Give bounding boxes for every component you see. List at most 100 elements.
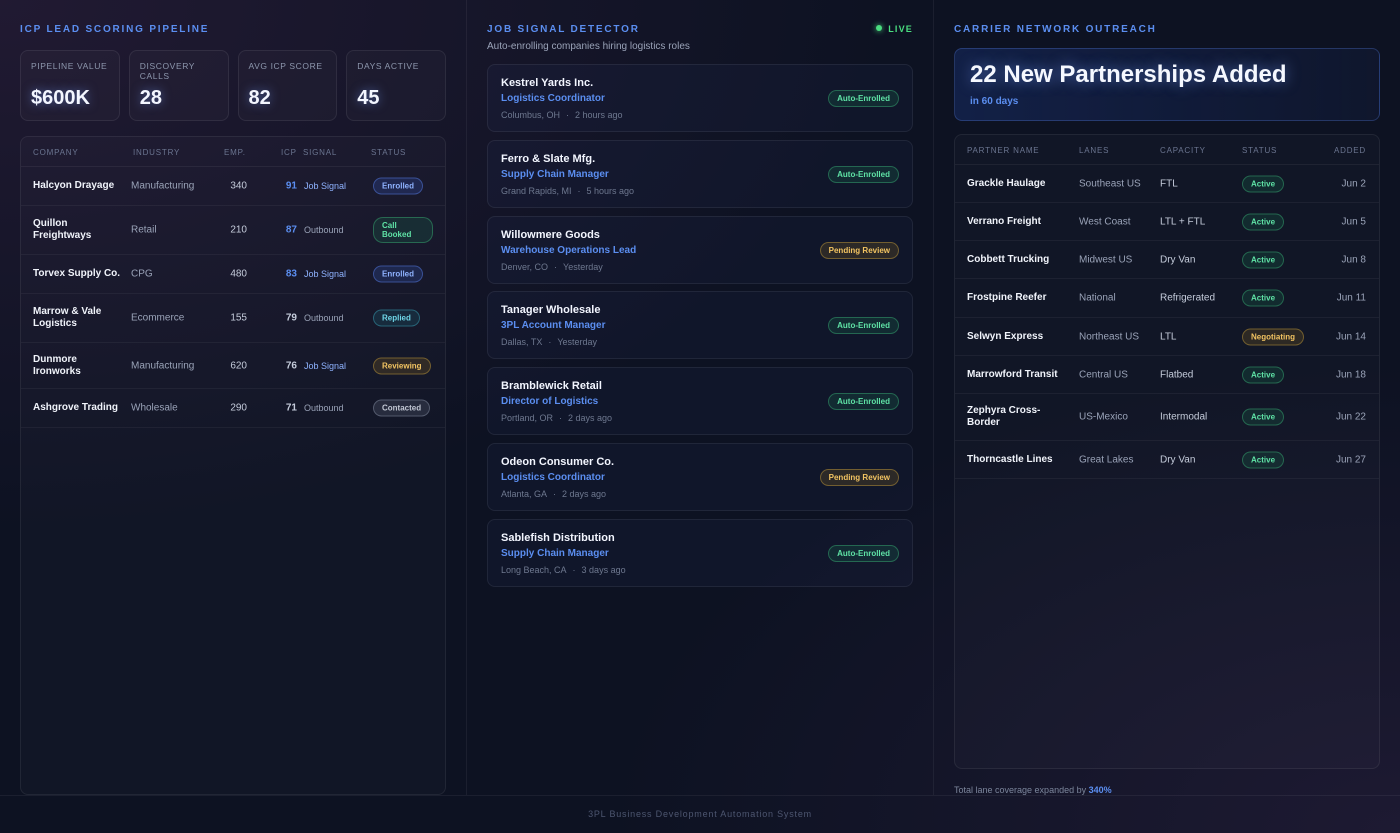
company-name: Kestrel Yards Inc.: [501, 77, 594, 89]
table-row[interactable]: Dunmore Ironworks Manufacturing 620 76 Job S…: [21, 343, 445, 389]
job-posted-time: 2 hours ago: [575, 110, 623, 120]
signal-source: Outbound: [304, 403, 344, 413]
column-header[interactable]: ADDED: [1334, 146, 1366, 155]
job-card[interactable]: Willowmere Goods Warehouse Operations Lea…: [487, 215, 913, 284]
lanes: National: [1079, 292, 1116, 304]
coverage-footnote: Total lane coverage expanded by 340%: [954, 785, 1112, 795]
carrier-section: CARRIER NETWORK OUTREACH 22 New Partners…: [954, 0, 1380, 795]
table-row[interactable]: Frostpine Reefer National Refrigerated Acti…: [955, 279, 1379, 318]
table-row[interactable]: Quillon Freightways Retail 210 87 Outbound Ca…: [21, 206, 445, 255]
job-signal-section: JOB SIGNAL DETECTOR LIVE Auto-enrolling …: [487, 0, 913, 795]
footnote-text: Total lane coverage expanded by: [954, 785, 1087, 795]
job-location: Denver, CO: [501, 261, 549, 272]
industry: Ecommerce: [131, 312, 185, 324]
job-meta: Dallas, TX · Yesterday: [501, 337, 597, 347]
hero-subtitle: in 60 days: [970, 96, 1019, 107]
status-badge: Contacted: [373, 399, 431, 417]
job-role: Logistics Coordinator: [501, 472, 605, 483]
table-row[interactable]: Grackle Haulage Southeast US FTL Active Jun …: [955, 165, 1379, 203]
column-header[interactable]: STATUS: [371, 148, 406, 157]
lead-table: COMPANY INDUSTRY EMP. ICP SIGNAL STATUS …: [20, 136, 446, 795]
lanes: Central US: [1079, 369, 1128, 380]
stat-card: DAYS ACTIVE 45: [346, 50, 446, 121]
job-meta: Atlanta, GA · 2 days ago: [501, 489, 606, 499]
added-date: Jun 27: [1335, 454, 1366, 465]
icp-score: 91: [285, 180, 297, 192]
app-footer: 3PL Business Development Automation Syst…: [0, 795, 1400, 833]
table-row[interactable]: Torvex Supply Co. CPG 480 83 Job Signal Enrol…: [21, 255, 445, 294]
job-meta: Denver, CO · Yesterday: [501, 262, 603, 272]
company-name: Torvex Supply Co.: [33, 268, 121, 279]
added-date: Jun 14: [1335, 331, 1366, 342]
table-row[interactable]: Halcyon Drayage Manufacturing 340 91 Job Sig…: [21, 167, 445, 206]
column-header[interactable]: LANES: [1079, 146, 1109, 155]
status-badge: Replied: [373, 309, 420, 327]
table-row[interactable]: Zephyra Cross-Border US-Mexico Intermodal A…: [955, 394, 1379, 441]
status-badge: Auto-Enrolled: [828, 393, 899, 411]
industry: Manufacturing: [131, 360, 195, 371]
job-card[interactable]: Tanager Wholesale 3PL Account Manager Dall…: [487, 291, 913, 360]
table-row[interactable]: Selwyn Express Northeast US LTL Negotiating…: [955, 318, 1379, 356]
column-header[interactable]: INDUSTRY: [133, 148, 180, 157]
job-card[interactable]: Sablefish Distribution Supply Chain Manag…: [487, 518, 913, 587]
job-posted-time: 3 days ago: [581, 564, 626, 575]
company-name: Odeon Consumer Co.: [501, 456, 615, 468]
job-meta: Portland, OR · 2 days ago: [501, 413, 612, 423]
partner-name: Zephyra Cross-Border: [967, 405, 1041, 428]
capacity: Dry Van: [1160, 454, 1196, 465]
status-badge: Active: [1242, 251, 1285, 268]
table-row[interactable]: Ashgrove Trading Wholesale 290 71 Outbound Co…: [21, 389, 445, 428]
live-indicator: LIVE: [876, 24, 913, 34]
column-header[interactable]: STATUS: [1242, 146, 1277, 155]
status-badge: Pending Review: [819, 241, 899, 259]
job-card[interactable]: Ferro & Slate Mfg. Supply Chain Manager Gr…: [487, 139, 913, 208]
column-header[interactable]: COMPANY: [33, 148, 78, 157]
table-row[interactable]: Marrowford Transit Central US Flatbed Activ…: [955, 356, 1379, 394]
employee-count: 155: [230, 312, 247, 324]
job-role: Director of Logistics: [501, 396, 599, 408]
industry: Retail: [131, 224, 157, 236]
column-header[interactable]: SIGNAL: [303, 148, 337, 157]
icp-score: 79: [285, 312, 297, 324]
stat-card: AVG ICP SCORE 82: [237, 50, 338, 121]
added-date: Jun 2: [1341, 178, 1366, 189]
table-row[interactable]: Verrano Freight West Coast LTL + FTL Active…: [955, 203, 1379, 241]
lead-scoring-section: ICP LEAD SCORING PIPELINE PIPELINE VALUE…: [20, 0, 446, 795]
lanes: Northeast US: [1079, 331, 1140, 342]
job-card[interactable]: Odeon Consumer Co. Logistics Coordinator A…: [487, 443, 913, 511]
status-badge: Auto-Enrolled: [828, 165, 899, 183]
signal-source: Job Signal: [304, 181, 347, 191]
column-divider: [466, 0, 467, 795]
column-header[interactable]: PARTNER NAME: [967, 146, 1039, 155]
job-role: Supply Chain Manager: [501, 168, 609, 180]
job-location: Atlanta, GA: [501, 489, 548, 499]
company-name: Dunmore Ironworks: [33, 353, 81, 377]
table-header: PARTNER NAME LANES CAPACITY STATUS ADDED: [955, 135, 1379, 165]
column-header[interactable]: EMP.: [224, 148, 246, 157]
table-row[interactable]: Marrow & Vale Logistics Ecommerce 155 79 Out…: [21, 294, 445, 343]
column-header[interactable]: ICP: [281, 148, 297, 157]
column-header[interactable]: CAPACITY: [1160, 146, 1206, 155]
status-badge: Active: [1242, 289, 1285, 307]
partner-name: Marrowford Transit: [967, 368, 1058, 380]
carrier-table: PARTNER NAME LANES CAPACITY STATUS ADDED…: [954, 134, 1380, 769]
capacity: Intermodal: [1160, 411, 1208, 423]
capacity: Refrigerated: [1160, 292, 1216, 304]
stat-label: AVG ICP SCORE: [248, 61, 323, 71]
capacity: LTL: [1160, 331, 1177, 342]
job-posted-time: 2 days ago: [562, 489, 607, 499]
job-meta: Columbus, OH · 2 hours ago: [501, 110, 623, 120]
status-badge: Active: [1242, 366, 1285, 383]
job-location: Dallas, TX: [501, 337, 543, 348]
job-meta: Long Beach, CA · 3 days ago: [501, 565, 626, 575]
employee-count: 290: [230, 402, 247, 414]
lanes: Southeast US: [1079, 178, 1141, 189]
separator-dot: ·: [548, 337, 552, 348]
table-row[interactable]: Thorncastle Lines Great Lakes Dry Van Activ…: [955, 441, 1379, 479]
table-row[interactable]: Cobbett Trucking Midwest US Dry Van Active J…: [955, 241, 1379, 279]
job-card[interactable]: Kestrel Yards Inc. Logistics Coordinator C…: [487, 64, 913, 132]
added-date: Jun 11: [1336, 292, 1366, 304]
separator-dot: ·: [559, 413, 563, 424]
job-role: Logistics Coordinator: [501, 93, 605, 104]
job-card[interactable]: Bramblewick Retail Director of Logistics P…: [487, 367, 913, 436]
